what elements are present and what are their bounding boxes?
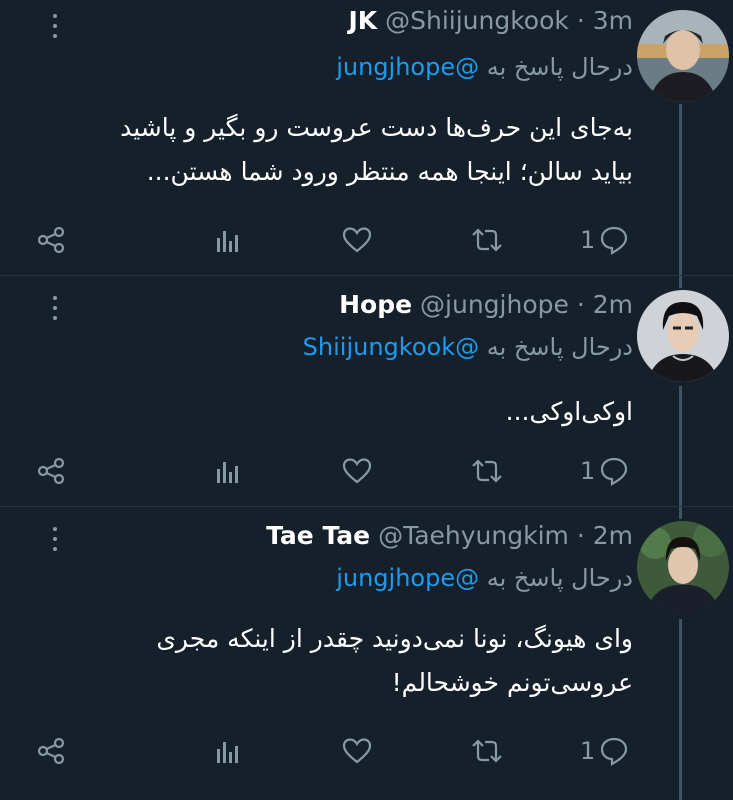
tweet-header: Hope @jungjhope · 2m	[339, 288, 633, 322]
replying-to-label: درحال پاسخ به	[486, 53, 633, 81]
analytics-icon[interactable]	[212, 736, 242, 766]
timestamp[interactable]: 2m	[593, 290, 633, 319]
thread-line	[679, 276, 682, 288]
tweet-text: به‌جای این حرف‌ها دست عروست رو بگیر و پا…	[73, 106, 633, 194]
username-handle[interactable]: @Taehyungkim	[378, 521, 569, 550]
tweet-text-line: اوکی‌اوکی...	[505, 397, 633, 426]
more-options-icon[interactable]	[44, 525, 66, 553]
reply-button[interactable]: 1	[580, 456, 629, 486]
reply-button[interactable]: 1	[580, 736, 629, 766]
reply-button[interactable]: 1	[580, 225, 629, 255]
analytics-icon[interactable]	[212, 225, 242, 255]
tweet-header: Tae Tae @Taehyungkim · 2m	[266, 519, 633, 553]
avatar[interactable]	[637, 290, 729, 382]
reply-icon	[601, 737, 628, 766]
retweet-icon[interactable]	[470, 225, 504, 255]
thread-line	[679, 386, 682, 506]
reply-count: 1	[580, 457, 596, 485]
like-icon[interactable]	[341, 456, 373, 486]
action-bar: 1	[0, 225, 733, 255]
display-name[interactable]: Tae Tae	[266, 521, 370, 550]
like-icon[interactable]	[341, 225, 373, 255]
reply-icon	[601, 226, 628, 255]
more-options-icon[interactable]	[44, 12, 66, 40]
timestamp[interactable]: 3m	[593, 6, 633, 35]
reply-count: 1	[580, 226, 596, 254]
thread-line	[679, 619, 682, 800]
display-name[interactable]: JK	[348, 6, 377, 35]
tweet[interactable]: Tae Tae @Taehyungkim · 2m درحال پاسخ به …	[0, 507, 733, 800]
mention-link[interactable]: Shiijungkook@	[303, 333, 479, 361]
tweet-text: اوکی‌اوکی...	[73, 390, 633, 434]
reply-count: 1	[580, 737, 596, 765]
share-icon[interactable]	[36, 225, 66, 255]
tweet-text-line: به‌جای این حرف‌ها دست عروست رو بگیر و پا…	[120, 113, 633, 142]
thread-line	[679, 507, 682, 519]
replying-to: درحال پاسخ به Shiijungkook@	[303, 330, 633, 364]
mention-link[interactable]: jungjhope@	[336, 564, 479, 592]
tweet-header: JK @Shiijungkook · 3m	[348, 4, 633, 38]
analytics-icon[interactable]	[212, 456, 242, 486]
share-icon[interactable]	[36, 456, 66, 486]
tweet-text: وای هیونگ، نونا نمی‌دونید چقدر از اینکه …	[73, 617, 633, 705]
username-handle[interactable]: @Shiijungkook	[385, 6, 569, 35]
separator-dot: ·	[576, 521, 585, 550]
separator-dot: ·	[576, 6, 585, 35]
tweet[interactable]: JK @Shiijungkook · 3m درحال پاسخ به jung…	[0, 0, 733, 275]
reply-thread: JK @Shiijungkook · 3m درحال پاسخ به jung…	[0, 0, 733, 800]
share-icon[interactable]	[36, 736, 66, 766]
retweet-icon[interactable]	[470, 456, 504, 486]
tweet[interactable]: Hope @jungjhope · 2m درحال پاسخ به Shiij…	[0, 276, 733, 506]
display-name[interactable]: Hope	[339, 290, 412, 319]
tweet-text-line: بیاید سالن؛ اینجا همه منتظر ورود شما هست…	[146, 157, 633, 186]
action-bar: 1	[0, 456, 733, 486]
avatar[interactable]	[637, 10, 729, 102]
like-icon[interactable]	[341, 736, 373, 766]
action-bar: 1	[0, 736, 733, 766]
tweet-text-line: وای هیونگ، نونا نمی‌دونید چقدر از اینکه …	[156, 624, 633, 653]
more-options-icon[interactable]	[44, 294, 66, 322]
replying-to: درحال پاسخ به jungjhope@	[336, 50, 633, 84]
timestamp[interactable]: 2m	[593, 521, 633, 550]
avatar[interactable]	[637, 521, 729, 613]
retweet-icon[interactable]	[470, 736, 504, 766]
tweet-text-line: عروسی‌تونم خوشحالم!	[391, 668, 633, 697]
separator-dot: ·	[576, 290, 585, 319]
reply-icon	[601, 457, 628, 486]
replying-to-label: درحال پاسخ به	[486, 564, 633, 592]
mention-link[interactable]: jungjhope@	[336, 53, 479, 81]
username-handle[interactable]: @jungjhope	[420, 290, 569, 319]
replying-to-label: درحال پاسخ به	[486, 333, 633, 361]
replying-to: درحال پاسخ به jungjhope@	[336, 561, 633, 595]
